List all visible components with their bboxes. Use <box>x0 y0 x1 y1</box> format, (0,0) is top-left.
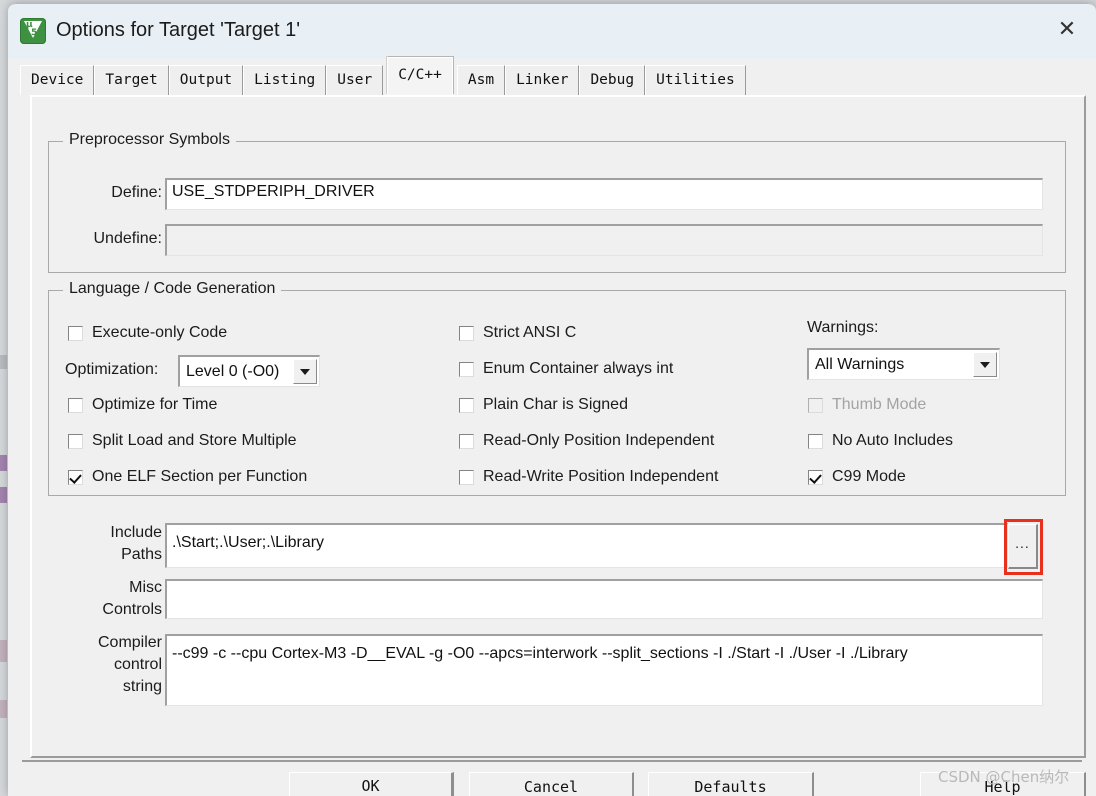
checkbox-box <box>459 325 474 341</box>
close-icon[interactable]: ✕ <box>1038 4 1096 54</box>
warnings-label: Warnings: <box>807 319 879 336</box>
checkbox-box <box>68 325 83 341</box>
checkbox-one-elf-section-per-function[interactable]: One ELF Section per Function <box>68 468 307 486</box>
window-title: Options for Target 'Target 1' <box>56 19 301 41</box>
misc-controls-input[interactable] <box>165 579 1043 619</box>
checkbox-label: One ELF Section per Function <box>92 468 308 485</box>
compiler-control-string-input[interactable]: --c99 -c --cpu Cortex-M3 -D__EVAL -g -O0… <box>165 634 1043 706</box>
uvision5-icon: µ 5 <box>20 18 46 44</box>
tab-asm[interactable]: Asm <box>456 65 506 95</box>
title-bar: µ 5 Options for Target 'Target 1' ✕ <box>8 3 1096 59</box>
ok-button[interactable]: OK <box>289 772 454 796</box>
compiler-control-string-label: Compiler control string <box>97 634 162 695</box>
checkbox-label: Read-Only Position Independent <box>483 432 715 449</box>
checkbox-read-only-position-independent[interactable]: Read-Only Position Independent <box>459 432 714 450</box>
checkbox-label: Optimize for Time <box>92 396 218 413</box>
tab-c-cpp[interactable]: C/C++ <box>387 57 453 95</box>
checkbox-strict-ansi-c[interactable]: Strict ANSI C <box>459 324 576 342</box>
checkbox-box <box>808 433 823 449</box>
options-dialog: µ 5 Options for Target 'Target 1' ✕ Devi… <box>8 3 1096 796</box>
checkbox-enum-container-always-int[interactable]: Enum Container always int <box>459 360 673 378</box>
tab-target[interactable]: Target <box>94 65 169 95</box>
define-label: Define: <box>111 184 162 201</box>
checkbox-box <box>459 433 474 449</box>
checkbox-plain-char-is-signed[interactable]: Plain Char is Signed <box>459 396 628 414</box>
checkbox-label: Plain Char is Signed <box>483 396 628 413</box>
checkbox-read-write-position-independent[interactable]: Read-Write Position Independent <box>459 468 718 486</box>
bottom-separator <box>22 760 1082 762</box>
checkbox-box <box>68 469 83 485</box>
chevron-down-icon[interactable] <box>973 352 997 377</box>
tab-output[interactable]: Output <box>168 65 244 95</box>
checkbox-box <box>68 433 83 449</box>
misc-controls-label: Misc Controls <box>102 579 162 618</box>
include-paths-input[interactable]: .\Start;.\User;.\Library <box>165 523 1008 568</box>
checkbox-c99-mode[interactable]: C99 Mode <box>808 468 906 486</box>
tab-utilities[interactable]: Utilities <box>645 65 746 95</box>
checkbox-label: Enum Container always int <box>483 360 674 377</box>
background-artifact <box>0 455 7 471</box>
language-group-title: Language / Code Generation <box>63 280 282 298</box>
undefine-input[interactable] <box>165 224 1043 256</box>
background-artifact <box>0 700 7 718</box>
define-input[interactable]: USE_STDPERIPH_DRIVER <box>165 178 1043 210</box>
include-paths-label: Include Paths <box>110 524 162 563</box>
preprocessor-group-title: Preprocessor Symbols <box>63 131 236 149</box>
tab-user[interactable]: User <box>326 65 384 95</box>
optimization-label: Optimization: <box>65 361 159 378</box>
checkbox-execute-only-code[interactable]: Execute-only Code <box>68 324 227 342</box>
checkbox-box <box>808 469 823 485</box>
tab-strip: Device Target Output Listing User C/C++ … <box>20 57 746 95</box>
checkbox-label: Thumb Mode <box>832 396 927 413</box>
checkbox-label: Strict ANSI C <box>483 324 577 341</box>
background-artifact <box>0 487 7 503</box>
optimization-select[interactable]: Level 0 (-O0) <box>178 355 320 387</box>
tab-linker[interactable]: Linker <box>505 65 580 95</box>
checkbox-box <box>459 469 474 485</box>
undefine-label: Undefine: <box>93 230 163 247</box>
cancel-button[interactable]: Cancel <box>469 772 634 796</box>
checkbox-box <box>459 361 474 377</box>
optimization-value: Level 0 (-O0) <box>186 362 280 380</box>
help-button[interactable]: Help <box>920 772 1086 796</box>
checkbox-thumb-mode[interactable]: Thumb Mode <box>808 396 926 414</box>
chevron-down-icon[interactable] <box>293 359 317 384</box>
checkbox-box <box>68 397 83 413</box>
warnings-value: All Warnings <box>815 355 905 373</box>
background-artifact <box>0 355 7 369</box>
include-paths-browse-button[interactable]: ... <box>1008 524 1038 569</box>
checkbox-label: C99 Mode <box>832 468 906 485</box>
warnings-select[interactable]: All Warnings <box>807 348 1000 380</box>
tab-device[interactable]: Device <box>20 65 95 95</box>
tab-debug[interactable]: Debug <box>579 65 646 95</box>
background-artifact <box>0 640 7 662</box>
defaults-button[interactable]: Defaults <box>648 772 814 796</box>
checkbox-split-load-and-store-multiple[interactable]: Split Load and Store Multiple <box>68 432 297 450</box>
checkbox-optimize-for-time[interactable]: Optimize for Time <box>68 396 217 414</box>
checkbox-label: Read-Write Position Independent <box>483 468 719 485</box>
checkbox-box <box>808 397 823 413</box>
checkbox-no-auto-includes[interactable]: No Auto Includes <box>808 432 953 450</box>
language-code-generation-group: Language / Code Generation <box>48 280 1066 496</box>
checkbox-box <box>459 397 474 413</box>
checkbox-label: Execute-only Code <box>92 324 228 341</box>
checkbox-label: No Auto Includes <box>832 432 953 449</box>
c-cpp-tab-page: Preprocessor Symbols Define: USE_STDPERI… <box>30 95 1086 758</box>
checkbox-label: Split Load and Store Multiple <box>92 432 297 449</box>
tab-listing[interactable]: Listing <box>243 65 327 95</box>
